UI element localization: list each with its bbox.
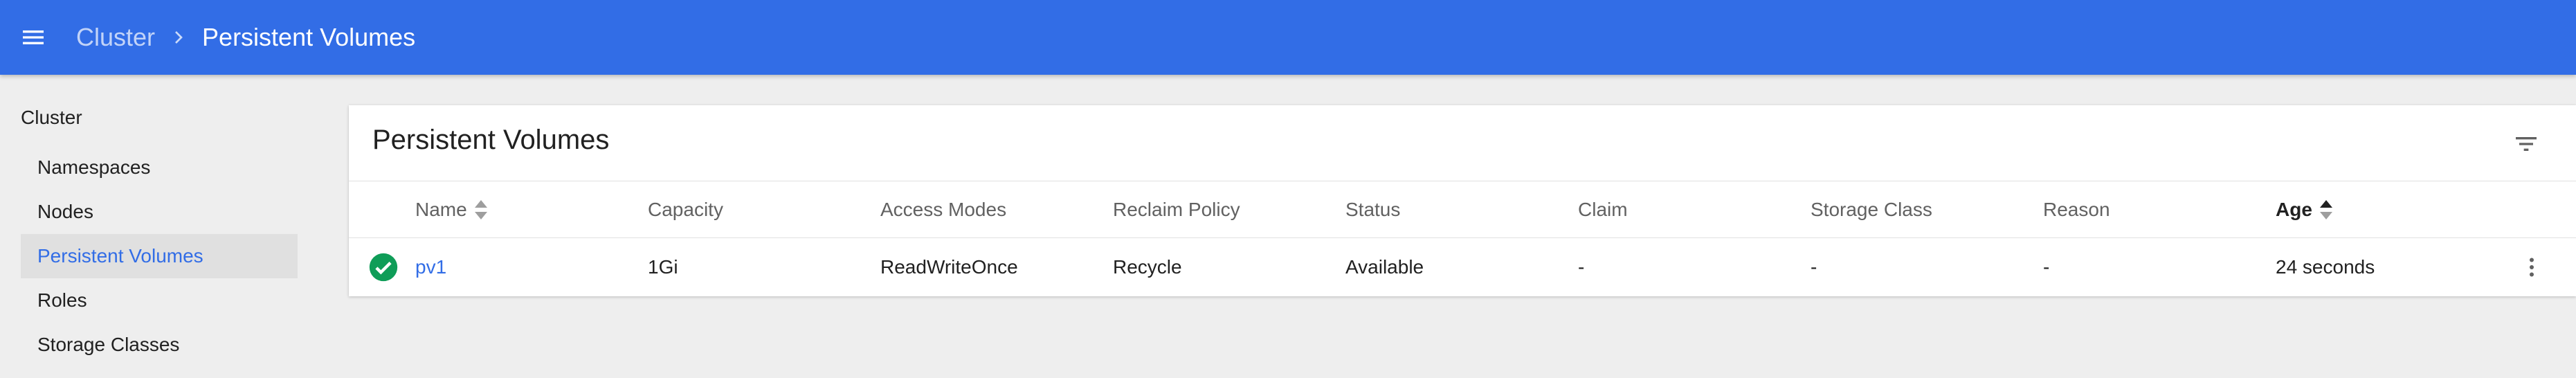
- sidebar-section-heading[interactable]: Cluster: [21, 107, 82, 129]
- filter-list-icon[interactable]: [2508, 126, 2544, 162]
- hamburger-menu-icon[interactable]: [17, 21, 50, 54]
- column-header-label: Name: [415, 199, 467, 220]
- column-header-status: Status: [1345, 199, 1401, 220]
- check-circle-icon: [368, 252, 399, 282]
- page-title: Persistent Volumes: [202, 23, 416, 51]
- sidebar: Cluster Namespaces Nodes Persistent Volu…: [0, 75, 318, 378]
- column-header-reclaim-policy: Reclaim Policy: [1113, 199, 1240, 220]
- column-header-storage-class: Storage Class: [1811, 199, 1932, 220]
- column-header-age[interactable]: Age: [2276, 181, 2334, 238]
- sort-unsorted-icon: [473, 199, 489, 221]
- pv-name-link[interactable]: pv1: [415, 238, 446, 296]
- table-header-row: Name Capacity Access Modes Reclaim Polic…: [349, 181, 2576, 238]
- cell-storage-class: -: [1811, 256, 1817, 278]
- sidebar-item-namespaces[interactable]: Namespaces: [21, 145, 298, 190]
- column-header-name[interactable]: Name: [415, 181, 489, 238]
- persistent-volumes-card: Persistent Volumes Name Capacity Access …: [349, 105, 2576, 296]
- column-header-access-modes: Access Modes: [880, 199, 1007, 220]
- cell-reason: -: [2043, 256, 2050, 278]
- cell-access-modes: ReadWriteOnce: [880, 256, 1018, 278]
- sidebar-item-nodes[interactable]: Nodes: [21, 190, 298, 234]
- sort-ascending-icon: [2318, 199, 2334, 221]
- sidebar-item-storage-classes[interactable]: Storage Classes: [21, 323, 298, 367]
- table-row: pv1 1Gi ReadWriteOnce Recycle Available …: [349, 238, 2576, 296]
- card-title: Persistent Volumes: [372, 125, 610, 155]
- card-header: Persistent Volumes: [349, 105, 2576, 181]
- sidebar-item-roles[interactable]: Roles: [21, 278, 298, 323]
- breadcrumb: Cluster Persistent Volumes: [76, 0, 415, 75]
- sidebar-item-persistent-volumes[interactable]: Persistent Volumes: [21, 234, 298, 278]
- breadcrumb-cluster-link[interactable]: Cluster: [76, 23, 155, 52]
- cell-age: 24 seconds: [2276, 256, 2375, 278]
- cell-claim: -: [1578, 256, 1585, 278]
- more-vert-icon[interactable]: [2515, 251, 2548, 284]
- top-app-bar: Cluster Persistent Volumes: [0, 0, 2576, 75]
- column-header-capacity: Capacity: [648, 199, 723, 220]
- column-header-label: Age: [2276, 199, 2312, 220]
- column-header-claim: Claim: [1578, 199, 1628, 220]
- cell-reclaim-policy: Recycle: [1113, 256, 1182, 278]
- column-header-reason: Reason: [2043, 199, 2110, 220]
- cell-capacity: 1Gi: [648, 256, 678, 278]
- cell-status: Available: [1345, 256, 1424, 278]
- chevron-right-icon: [167, 26, 190, 48]
